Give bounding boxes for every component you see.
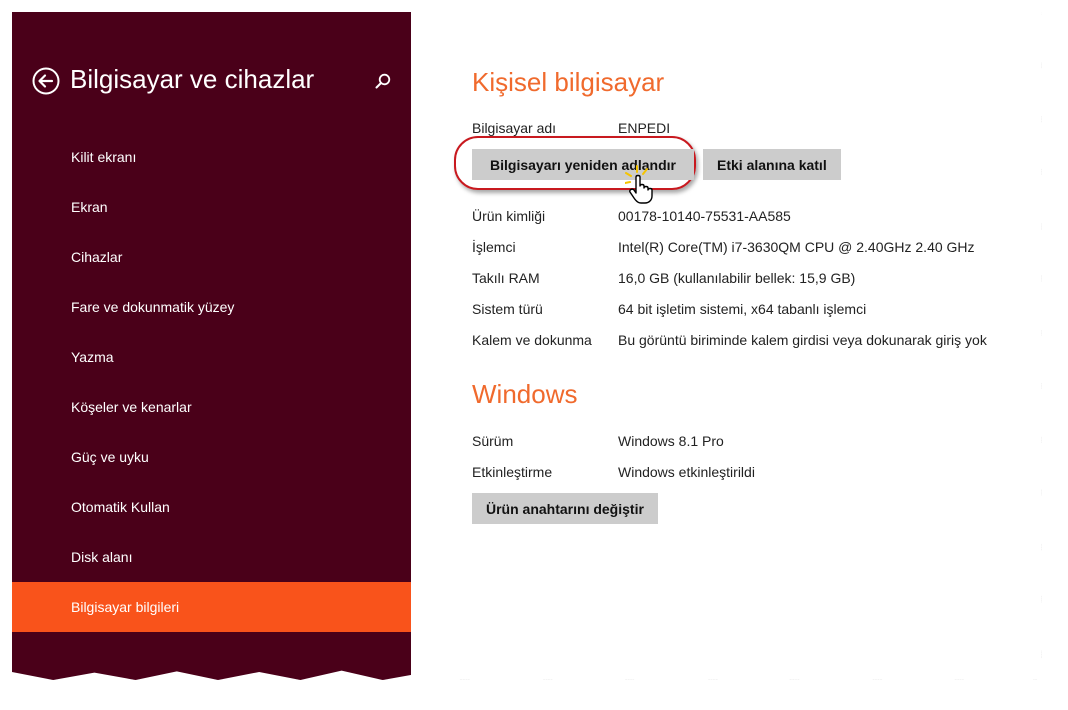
pc-name-label: Bilgisayar adı (472, 120, 557, 136)
sidebar-item[interactable]: Ekran (12, 182, 411, 232)
sidebar: Bilgisayar ve cihazlar Kilit ekranı Ekran… (12, 12, 411, 680)
info-label: Sistem türü (472, 301, 543, 317)
info-label: Takılı RAM (472, 270, 540, 286)
sidebar-item[interactable]: Köşeler ve kenarlar (12, 382, 411, 432)
sidebar-item[interactable]: Kilit ekranı (12, 132, 411, 182)
info-value: Bu görüntü biriminde kalem girdisi veya … (618, 332, 987, 348)
info-label: Kalem ve dokunma (472, 332, 592, 348)
pc-name-value: ENPEDI (618, 120, 671, 136)
back-arrow-icon[interactable] (32, 67, 60, 95)
windows-section-title: Windows (472, 379, 578, 409)
info-label: İşlemci (472, 239, 516, 255)
info-label: Sürüm (472, 433, 514, 449)
info-label: Etkinleştirme (472, 464, 553, 480)
info-label: Ürün kimliği (472, 208, 546, 224)
info-value: 64 bit işletim sistemi, x64 tabanlı işle… (618, 301, 867, 317)
sidebar-item[interactable]: Güç ve uyku (12, 432, 411, 482)
info-value: 16,0 GB (kullanılabilir bellek: 15,9 GB) (618, 270, 856, 286)
hand-cursor-icon (625, 165, 653, 204)
sidebar-item[interactable]: Cihazlar (12, 232, 411, 282)
info-value: Intel(R) Core(TM) i7-3630QM CPU @ 2.40GH… (618, 239, 975, 255)
change-product-key-button[interactable]: Ürün anahtarını değiştir (472, 493, 658, 524)
pc-section-title: Kişisel bilgisayar (472, 67, 665, 97)
join-domain-button[interactable]: Etki alanına katıl (703, 149, 841, 180)
sidebar-item[interactable]: Bilgisayar bilgileri (12, 582, 411, 632)
sidebar-item[interactable]: Yazma (12, 332, 411, 382)
sidebar-title: Bilgisayar ve cihazlar (70, 64, 315, 94)
sidebar-item[interactable]: Fare ve dokunmatik yüzey (12, 282, 411, 332)
sidebar-nav: Kilit ekranı Ekran Cihazlar Fare ve dokunma… (12, 132, 411, 632)
settings-window: Bilgisayar ve cihazlar Kilit ekranı Ekran… (12, 12, 1042, 680)
info-value: Windows etkinleştirildi (618, 464, 755, 480)
sidebar-item[interactable]: Disk alanı (12, 532, 411, 582)
sidebar-item[interactable]: Otomatik Kullan (12, 482, 411, 532)
sidebar-header: Bilgisayar ve cihazlar (32, 64, 402, 104)
info-value: Windows 8.1 Pro (618, 433, 724, 449)
main-content: Kişisel bilgisayar Bilgisayar adı ENPEDI… (411, 12, 1042, 680)
info-value: 00178-10140-75531-AA585 (618, 208, 791, 224)
search-icon[interactable] (374, 72, 392, 90)
